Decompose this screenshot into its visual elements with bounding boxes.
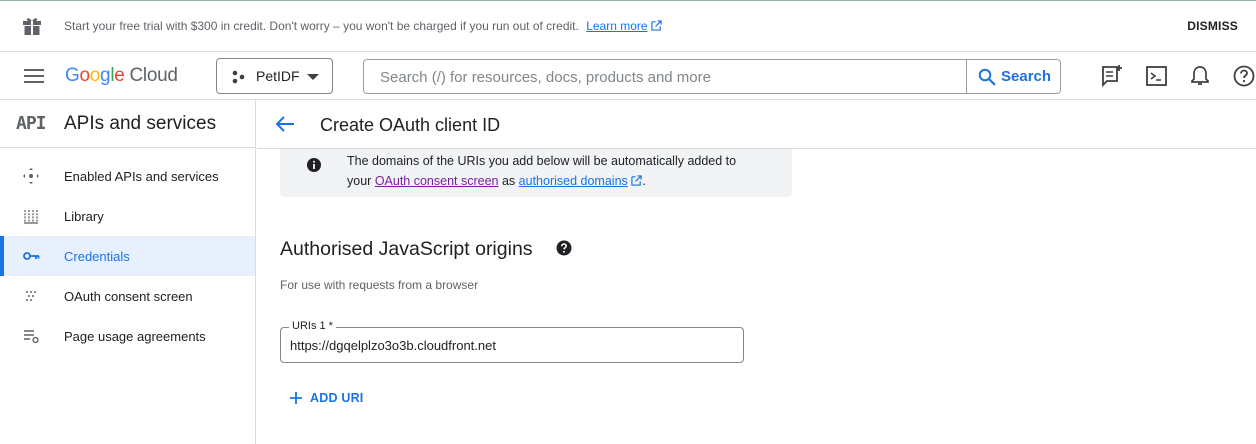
sidebar-item-label: Library bbox=[64, 209, 104, 224]
oauth-consent-screen-link[interactable]: OAuth consent screen bbox=[375, 174, 499, 188]
section-title: Authorised JavaScript origins bbox=[280, 238, 533, 260]
info-icon bbox=[307, 158, 321, 172]
learn-more-link[interactable]: Learn more bbox=[586, 19, 647, 33]
agreements-icon bbox=[24, 330, 39, 344]
enabled-apis-icon bbox=[23, 168, 39, 184]
dropdown-arrow-icon bbox=[307, 74, 319, 80]
search-bar[interactable]: Search (/) for resources, docs, products… bbox=[363, 59, 1061, 94]
project-selector[interactable]: PetIDF bbox=[216, 58, 333, 94]
sidebar-header: API APIs and services bbox=[0, 100, 256, 148]
info-text: The domains of the URIs you add below wi… bbox=[347, 151, 777, 191]
info-end: . bbox=[642, 174, 646, 188]
search-button-label: Search bbox=[1001, 68, 1052, 85]
sidebar-item-label: Credentials bbox=[64, 249, 130, 264]
library-icon bbox=[24, 210, 38, 224]
question-help-icon[interactable] bbox=[556, 240, 572, 256]
feedback-icon[interactable] bbox=[1100, 64, 1124, 88]
google-cloud-logo[interactable]: Google Cloud bbox=[65, 65, 178, 87]
top-bar: Google Cloud PetIDF Search (/) for resou… bbox=[0, 52, 1256, 100]
banner-text: Start your free trial with $300 in credi… bbox=[64, 19, 579, 33]
notifications-icon[interactable] bbox=[1188, 64, 1212, 88]
sidebar-item-library[interactable]: Library bbox=[0, 196, 255, 236]
banner-message: Start your free trial with $300 in credi… bbox=[64, 19, 662, 33]
sidebar-item-oauth-consent[interactable]: OAuth consent screen bbox=[0, 276, 255, 316]
sidebar-item-label: OAuth consent screen bbox=[64, 289, 193, 304]
uri-input[interactable] bbox=[290, 335, 730, 355]
page-title: Create OAuth client ID bbox=[320, 115, 501, 135]
uri-field[interactable]: URIs 1 * bbox=[280, 320, 744, 363]
sidebar-item-page-usage-agreements[interactable]: Page usage agreements bbox=[0, 316, 255, 356]
external-link-icon bbox=[631, 175, 642, 186]
sidebar-item-label: Enabled APIs and services bbox=[64, 169, 219, 184]
sidebar-title: APIs and services bbox=[64, 113, 217, 134]
free-trial-banner: Start your free trial with $300 in credi… bbox=[0, 0, 1256, 52]
sidebar-item-credentials[interactable]: Credentials bbox=[0, 236, 255, 276]
info-your: your bbox=[347, 174, 372, 188]
dismiss-button[interactable]: DISMISS bbox=[1187, 19, 1238, 33]
add-uri-button[interactable]: ADD URI bbox=[288, 387, 363, 409]
info-box: The domains of the URIs you add below wi… bbox=[280, 149, 792, 197]
consent-screen-icon bbox=[26, 291, 36, 301]
back-arrow-icon[interactable] bbox=[274, 113, 296, 135]
gift-icon bbox=[23, 18, 41, 35]
key-icon bbox=[23, 252, 40, 260]
cloud-shell-icon[interactable] bbox=[1145, 64, 1169, 88]
plus-icon bbox=[290, 392, 302, 404]
add-uri-label: ADD URI bbox=[310, 391, 364, 405]
sidebar: API APIs and services Enabled APIs and s… bbox=[0, 100, 256, 444]
project-icon bbox=[232, 70, 245, 84]
search-input[interactable]: Search (/) for resources, docs, products… bbox=[380, 69, 711, 86]
api-badge-icon: API bbox=[16, 113, 46, 134]
external-link-icon bbox=[651, 20, 662, 31]
info-line-1: The domains of the URIs you add below wi… bbox=[347, 154, 737, 168]
page-header: Create OAuth client ID bbox=[257, 100, 1256, 149]
menu-icon[interactable] bbox=[24, 68, 44, 84]
project-name: PetIDF bbox=[256, 68, 300, 84]
logo-google: Google bbox=[65, 65, 125, 86]
search-button[interactable]: Search bbox=[966, 60, 1060, 93]
search-icon bbox=[978, 68, 996, 86]
help-icon[interactable] bbox=[1232, 64, 1256, 88]
info-as: as bbox=[501, 174, 516, 188]
logo-cloud: Cloud bbox=[129, 65, 178, 86]
uri-field-label: URIs 1 * bbox=[289, 320, 336, 332]
sidebar-item-label: Page usage agreements bbox=[64, 329, 206, 344]
authorised-domains-link[interactable]: authorised domains bbox=[519, 174, 628, 188]
sidebar-item-enabled-apis[interactable]: Enabled APIs and services bbox=[0, 156, 255, 196]
section-subtitle: For use with requests from a browser bbox=[280, 278, 479, 292]
